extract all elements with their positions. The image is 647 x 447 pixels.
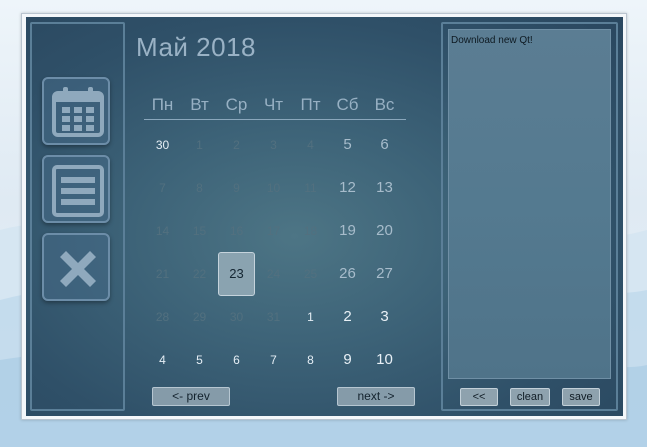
calendar-week: 14 15 16 17 18 19 20 [144, 209, 406, 252]
note-textarea[interactable]: Download new Qt! [448, 29, 611, 379]
weekday-label: Ср [225, 95, 248, 114]
weekday-label: Чт [263, 95, 284, 114]
calendar-day[interactable]: 30 [144, 123, 181, 166]
weekday-label: Пт [300, 95, 321, 114]
calendar-day[interactable]: 1 [181, 123, 218, 166]
month-title: Май 2018 [136, 32, 256, 62]
calendar-weeks: 30 1 2 3 4 5 6 7 8 9 10 11 12 13 14 15 1… [144, 123, 406, 381]
calendar-day[interactable]: 16 [218, 209, 255, 252]
list-view-button[interactable] [42, 155, 110, 223]
clean-button[interactable]: clean [510, 388, 550, 406]
note-text: Download new Qt! [451, 35, 533, 46]
calendar-week: 7 8 9 10 11 12 13 [144, 166, 406, 209]
calendar-day[interactable]: 4 [144, 338, 181, 381]
calendar-day[interactable]: 1 [292, 295, 329, 338]
calendar-day[interactable]: 6 [366, 123, 403, 166]
calendar-icon [52, 87, 104, 137]
calendar-day[interactable]: 21 [144, 252, 181, 295]
calendar-day[interactable]: 28 [144, 295, 181, 338]
calendar-day[interactable]: 7 [255, 338, 292, 381]
calendar-day[interactable]: 19 [329, 209, 366, 252]
calendar-day[interactable]: 27 [366, 252, 403, 295]
next-month-button[interactable]: next -> [337, 387, 415, 406]
weekday-label: Вт [190, 95, 209, 114]
weekday-label: Пн [151, 95, 174, 114]
calendar-day[interactable]: 2 [329, 295, 366, 338]
close-icon [60, 251, 96, 287]
selected-day-label: 23 [218, 251, 255, 296]
prev-month-button[interactable]: <- prev [152, 387, 230, 406]
calendar-day[interactable]: 17 [255, 209, 292, 252]
calendar-day[interactable]: 15 [181, 209, 218, 252]
calendar-day[interactable]: 25 [292, 252, 329, 295]
calendar-day[interactable]: 18 [292, 209, 329, 252]
calendar-day[interactable]: 8 [292, 338, 329, 381]
calendar-day[interactable]: 12 [329, 166, 366, 209]
calendar-day[interactable]: 8 [181, 166, 218, 209]
calendar-day[interactable]: 24 [255, 252, 292, 295]
calendar-day[interactable]: 7 [144, 166, 181, 209]
calendar-day[interactable]: 20 [366, 209, 403, 252]
save-button[interactable]: save [562, 388, 600, 406]
calendar-week: 30 1 2 3 4 5 6 [144, 123, 406, 166]
calendar-day[interactable]: 3 [366, 295, 403, 338]
calendar-day[interactable]: 29 [181, 295, 218, 338]
calendar-day[interactable]: 5 [181, 338, 218, 381]
calendar-day[interactable]: 31 [255, 295, 292, 338]
calendar-day[interactable]: 22 [181, 252, 218, 295]
sidebar [30, 22, 125, 411]
calendar-day[interactable]: 30 [218, 295, 255, 338]
calendar-day[interactable]: 11 [292, 166, 329, 209]
weekday-label: Сб [336, 95, 359, 114]
calendar-day[interactable]: 9 [329, 338, 366, 381]
weekday-header: Пн Вт Ср Чт Пт Сб Вс [144, 90, 406, 120]
list-icon [52, 165, 104, 217]
calendar-view-button[interactable] [42, 77, 110, 145]
calendar-day[interactable]: 3 [255, 123, 292, 166]
calendar-week: 4 5 6 7 8 9 10 [144, 338, 406, 381]
calendar-day[interactable]: 14 [144, 209, 181, 252]
calendar-day[interactable]: 13 [366, 166, 403, 209]
calendar-day[interactable]: 10 [366, 338, 403, 381]
close-button[interactable] [42, 233, 110, 301]
weekday-label: Вс [374, 95, 395, 114]
back-button[interactable]: << [460, 388, 498, 406]
calendar-week: 28 29 30 31 1 2 3 [144, 295, 406, 338]
calendar-day[interactable]: 10 [255, 166, 292, 209]
calendar-day[interactable]: 26 [329, 252, 366, 295]
calendar-day[interactable]: 9 [218, 166, 255, 209]
calendar-app: Май 2018 Пн Вт Ср Чт Пт Сб Вс 30 1 2 3 4… [26, 17, 623, 416]
calendar-day[interactable]: 2 [218, 123, 255, 166]
calendar-day-selected[interactable]: 23 [218, 251, 255, 296]
calendar-day[interactable]: 6 [218, 338, 255, 381]
calendar-day[interactable]: 5 [329, 123, 366, 166]
calendar-day[interactable]: 4 [292, 123, 329, 166]
calendar-week: 21 22 23 24 25 26 27 [144, 251, 406, 296]
notes-panel: Download new Qt! << clean save [441, 22, 618, 411]
calendar-grid: Пн Вт Ср Чт Пт Сб Вс 30 1 2 3 4 5 6 7 8 [144, 90, 406, 381]
